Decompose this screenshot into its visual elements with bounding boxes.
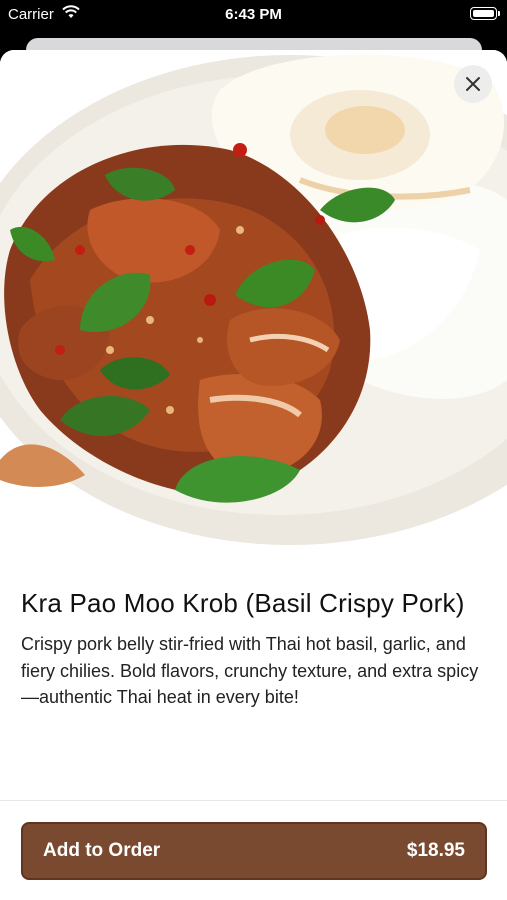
item-title: Kra Pao Moo Krob (Basil Crispy Pork) [21,588,465,618]
clock: 6:43 PM [225,6,282,23]
divider [0,800,507,801]
add-to-order-button[interactable]: Add to Order $18.95 [21,822,487,880]
battery-icon [470,7,500,20]
item-detail-sheet: Kra Pao Moo Krob (Basil Crispy Pork) Cri… [0,50,507,900]
food-illustration [0,54,507,545]
price-label: $18.95 [406,840,465,861]
item-description: Crispy pork belly stir-fried with Thai h… [21,634,479,707]
close-icon [466,77,480,91]
status-bar: Carrier 6:43 PM [0,0,507,30]
add-to-order-label: Add to Order [43,840,161,861]
item-info: Kra Pao Moo Krob (Basil Crispy Pork) Cri… [21,586,486,711]
food-photo [0,50,507,548]
close-button[interactable] [454,65,492,103]
